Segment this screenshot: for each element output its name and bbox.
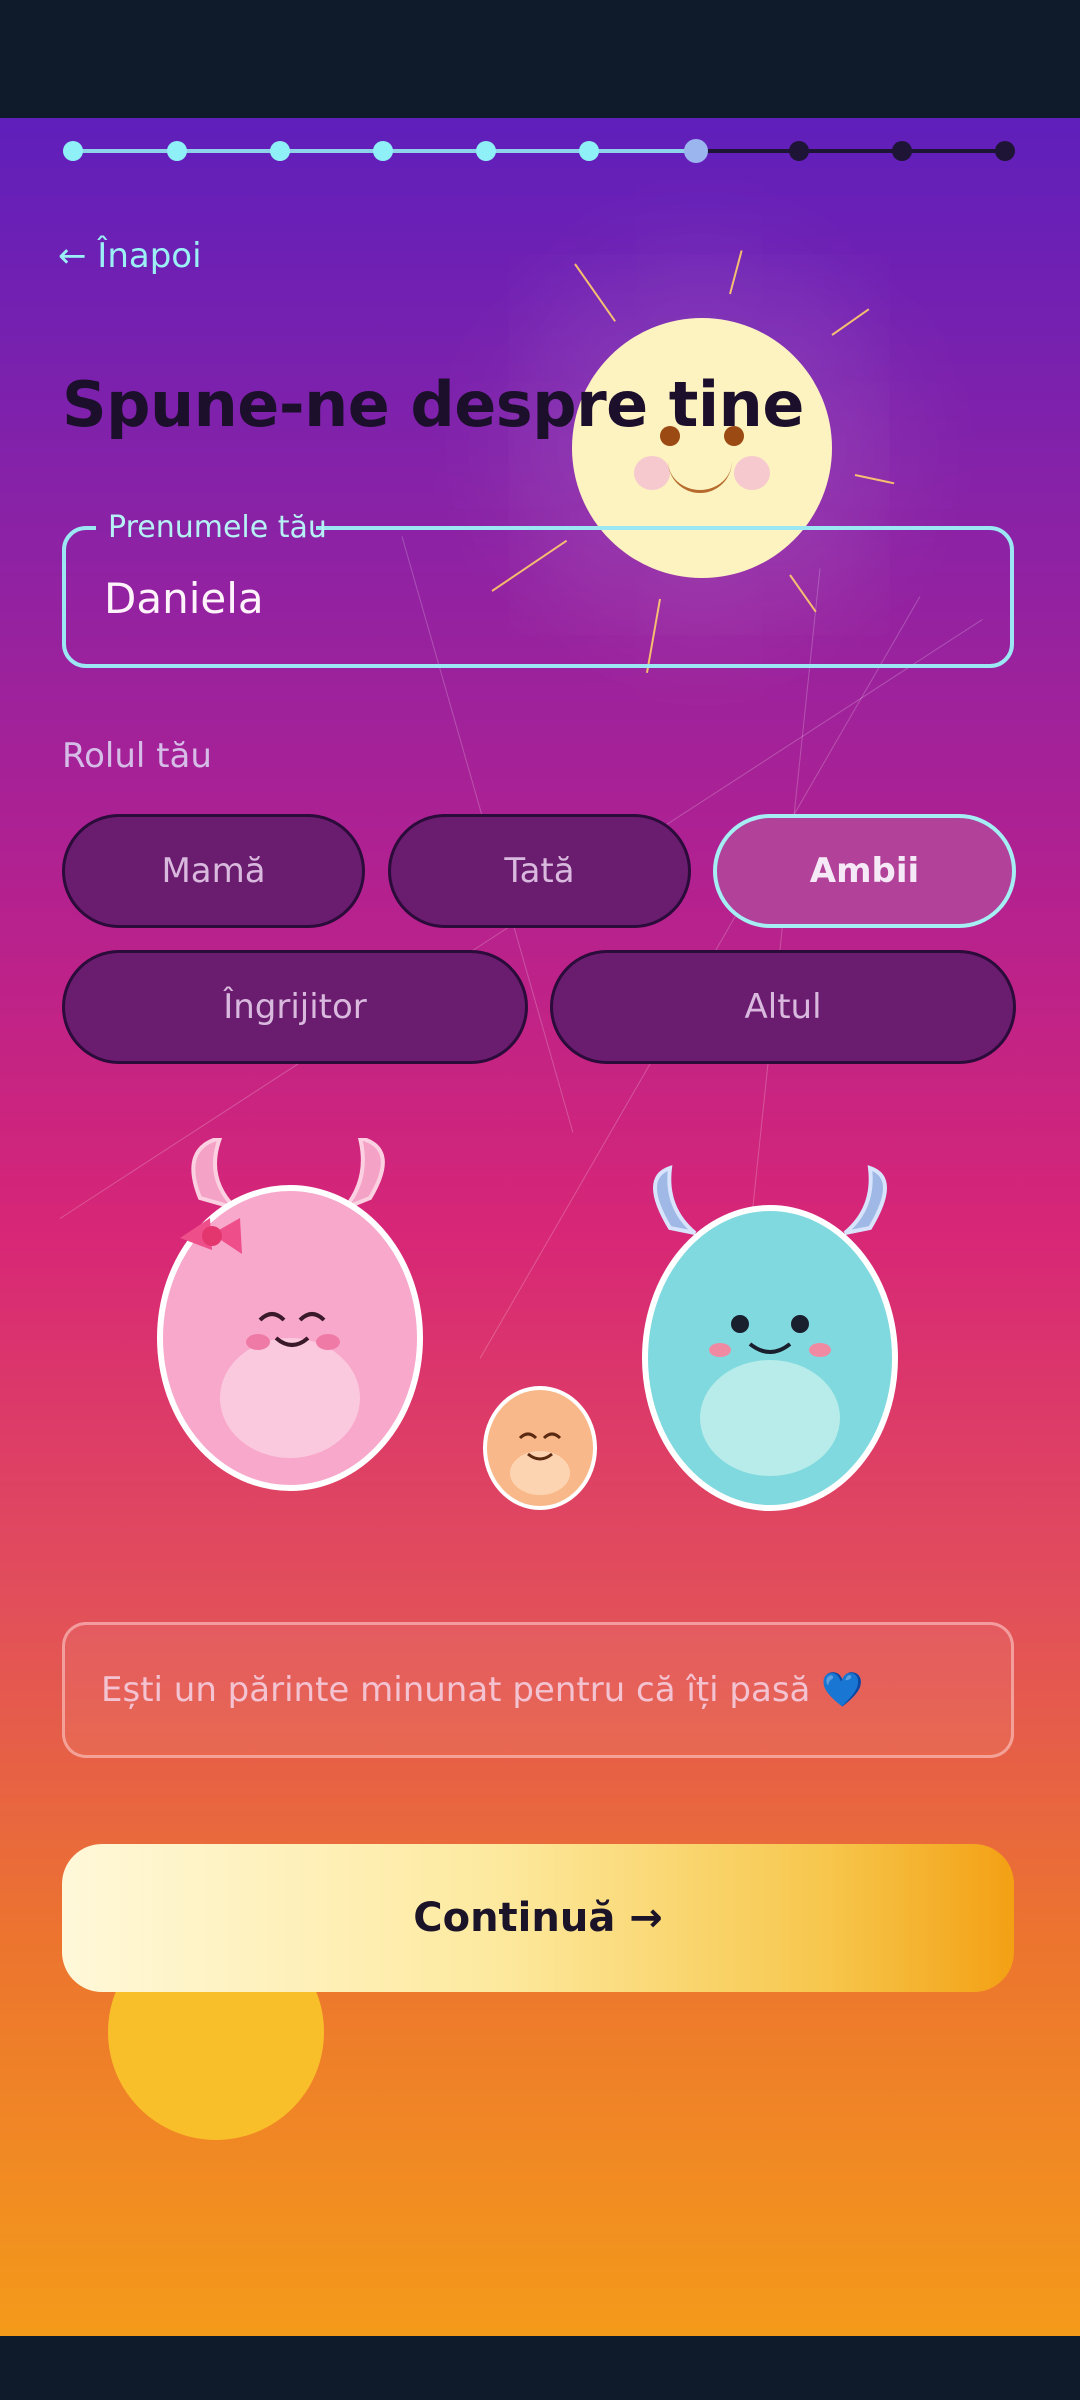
sun-ray	[831, 308, 870, 336]
sun-cheek	[634, 456, 670, 490]
monster-family-illustration	[157, 1138, 898, 1511]
page-title: Spune-ne despre tine	[62, 368, 804, 441]
first-name-label: Prenumele tău	[108, 510, 327, 545]
progress-dot	[892, 141, 912, 161]
role-option-tata[interactable]: Tată	[388, 814, 691, 928]
blue-monster-icon	[642, 1165, 898, 1511]
sun-cheek	[734, 456, 770, 490]
sun-ray	[854, 474, 895, 485]
onboarding-screen: ← Înapoi Spune-ne despre tine Prenumele …	[0, 118, 1080, 2336]
baby-monster-icon	[483, 1386, 597, 1510]
progress-dot	[789, 141, 809, 161]
first-name-input[interactable]	[104, 568, 964, 628]
progress-dot-current	[684, 139, 708, 163]
progress-dot	[579, 141, 599, 161]
first-name-field[interactable]: Prenumele tău	[62, 510, 1014, 668]
sun-ray	[574, 263, 616, 322]
role-option-ambii[interactable]: Ambii	[713, 814, 1016, 928]
role-option-altul[interactable]: Altul	[550, 950, 1016, 1064]
progress-dot	[373, 141, 393, 161]
role-label: Rolul tău	[62, 736, 212, 776]
role-option-ingrijitor[interactable]: Îngrijitor	[62, 950, 528, 1064]
role-option-mama[interactable]: Mamă	[62, 814, 365, 928]
progress-dot	[270, 141, 290, 161]
navigation-bar	[0, 2336, 1080, 2400]
step-progress	[63, 139, 1015, 163]
pink-monster-icon	[157, 1138, 423, 1491]
status-bar	[0, 0, 1080, 118]
progress-dot	[63, 141, 83, 161]
progress-remaining-line	[696, 149, 1005, 153]
progress-dot	[995, 141, 1015, 161]
progress-dot	[476, 141, 496, 161]
progress-dot	[167, 141, 187, 161]
encouragement-message: Ești un părinte minunat pentru că îți pa…	[62, 1622, 1014, 1758]
sun-smile	[668, 454, 732, 493]
back-button[interactable]: ← Înapoi	[58, 236, 202, 276]
continue-button[interactable]: Continuă →	[62, 1844, 1014, 1992]
sun-ray	[729, 250, 743, 295]
